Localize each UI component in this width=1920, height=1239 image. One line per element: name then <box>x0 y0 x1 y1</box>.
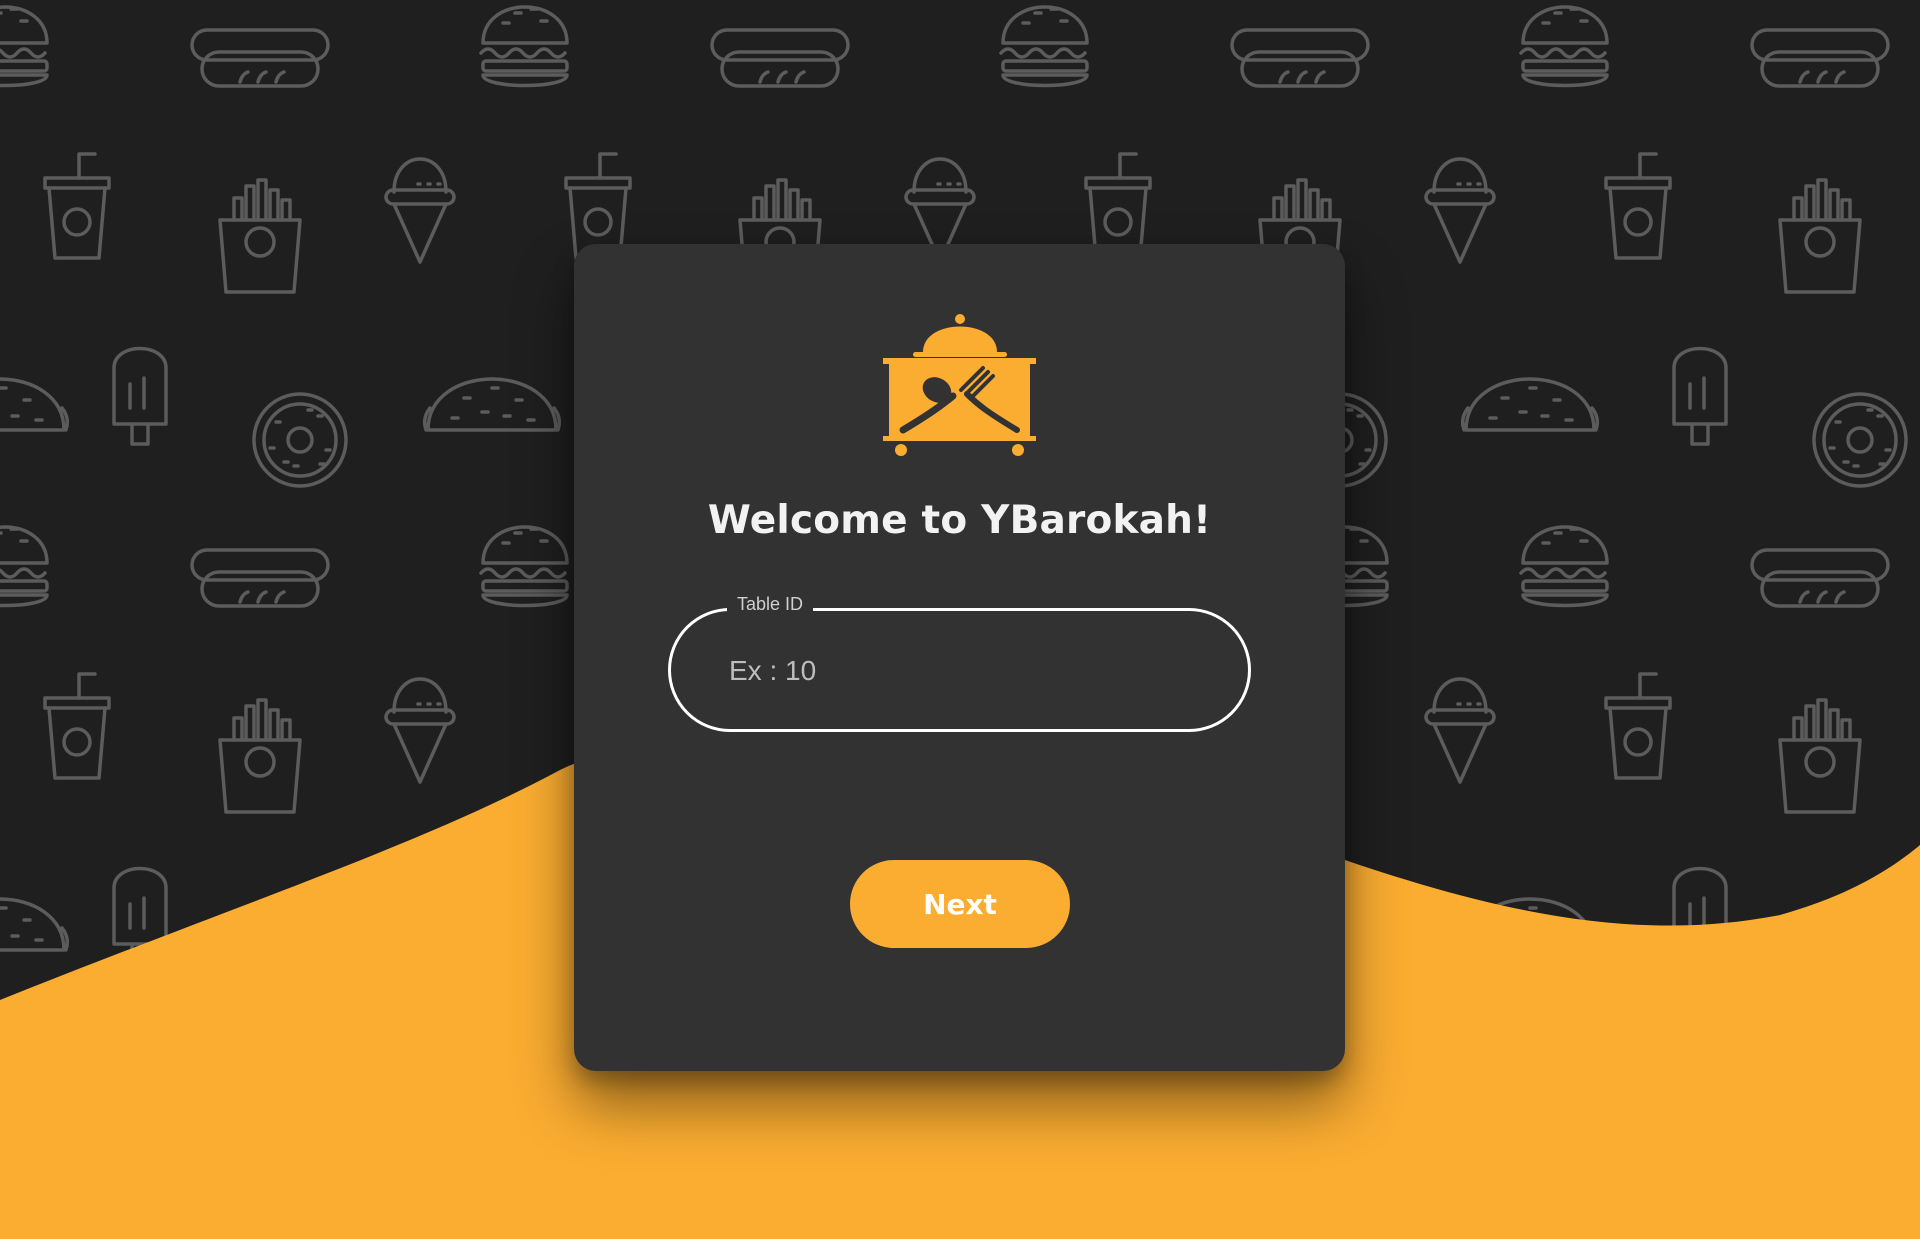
next-button[interactable]: Next <box>850 860 1070 948</box>
table-id-field: Table ID <box>668 594 1251 732</box>
table-id-input[interactable] <box>727 645 1191 697</box>
welcome-card: Welcome to YBarokah! Table ID Next <box>574 244 1345 1071</box>
table-id-label: Table ID <box>727 594 814 615</box>
welcome-title: Welcome to YBarokah! <box>707 498 1212 543</box>
food-cart-icon <box>883 314 1036 456</box>
